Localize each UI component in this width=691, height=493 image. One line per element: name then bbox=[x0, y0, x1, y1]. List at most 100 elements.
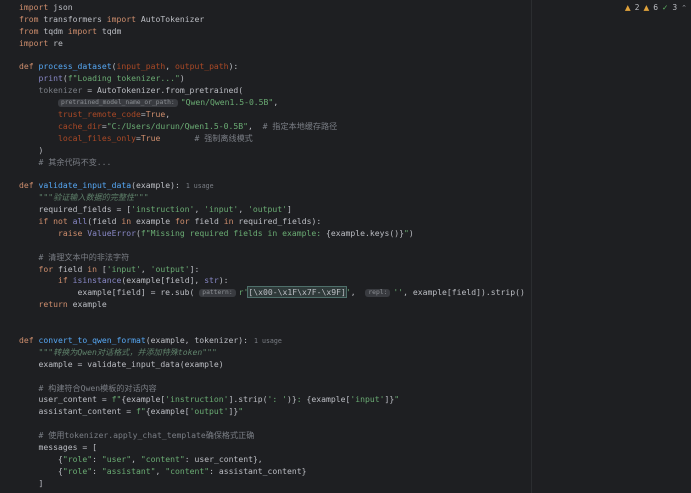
builtin: print bbox=[38, 73, 63, 84]
code-line[interactable] bbox=[19, 50, 525, 62]
function-name[interactable]: validate_input_data bbox=[39, 180, 132, 190]
code-line[interactable]: """转换为Qwen对话格式，并添加特殊token""" bbox=[19, 347, 525, 359]
code-line[interactable]: """验证输入数据的完整性""" bbox=[19, 192, 525, 204]
code-line[interactable]: from transformers import AutoTokenizer bbox=[19, 14, 525, 26]
code-line[interactable]: # 清理文本中的非法字符 bbox=[19, 252, 525, 264]
code-line[interactable]: {"role": "user", "content": user_content… bbox=[19, 454, 525, 466]
keyword: for bbox=[38, 263, 54, 274]
string: "user" bbox=[101, 453, 132, 464]
string: "assistant" bbox=[101, 465, 156, 476]
code-text: , bbox=[165, 109, 171, 120]
code-text: )} bbox=[287, 394, 297, 405]
code-line[interactable]: example[field] = re.sub( pattern: r'[\x00… bbox=[19, 286, 525, 299]
code-text: , bbox=[238, 204, 249, 215]
code-editor[interactable]: import json from transformers import Auto… bbox=[0, 0, 691, 493]
code-line[interactable]: # 使用tokenizer.apply_chat_template确保格式正确 bbox=[19, 430, 525, 442]
code-text: , bbox=[155, 465, 166, 476]
docstring: """验证输入数据的完整性""" bbox=[38, 192, 149, 203]
code-line[interactable]: print(f"Loading tokenizer...") bbox=[19, 73, 525, 85]
code-line[interactable]: assistant_content = f"{example['output']… bbox=[19, 406, 525, 418]
code-line[interactable]: def process_dataset(input_path, output_p… bbox=[19, 61, 525, 73]
string: 'instruction' bbox=[131, 204, 195, 215]
keyword: in bbox=[87, 263, 97, 274]
code-line[interactable]: required_fields = ['instruction', 'input… bbox=[19, 204, 525, 216]
code-line[interactable]: ] bbox=[19, 478, 525, 490]
code-line[interactable]: for field in ['input', 'output']: bbox=[19, 264, 525, 276]
param-hint: pretrained_model_name_or_path: bbox=[57, 99, 178, 108]
code-text: , bbox=[165, 61, 175, 72]
code-line[interactable]: from tqdm import tqdm bbox=[19, 26, 525, 38]
keyword: return bbox=[38, 299, 68, 310]
code-text: ].strip( bbox=[228, 394, 268, 405]
code-line[interactable]: import re bbox=[19, 38, 525, 50]
code-line[interactable]: messages = [ bbox=[19, 442, 525, 454]
keyword: def bbox=[19, 180, 39, 191]
code-line[interactable]: user_content = f"{example['instruction']… bbox=[19, 394, 525, 406]
comment: tokenizer bbox=[38, 85, 83, 96]
code-line[interactable]: def validate_input_data(example): 1 usage bbox=[19, 180, 525, 192]
code-line[interactable]: example = validate_input_data(example) bbox=[19, 359, 525, 371]
code-text: ] bbox=[287, 204, 292, 215]
code-line[interactable]: pretrained_model_name_or_path: "Qwen/Qwen… bbox=[19, 97, 525, 109]
right-margin-guide bbox=[531, 0, 532, 493]
code-line[interactable]: ) bbox=[19, 145, 525, 157]
code-text: example bbox=[131, 216, 175, 227]
string: ': ' bbox=[267, 394, 288, 405]
code-line[interactable] bbox=[19, 371, 525, 383]
keyword: import bbox=[106, 13, 136, 24]
code-text: = AutoTokenizer.from_pretrained( bbox=[82, 85, 244, 96]
code-line[interactable]: tokenizer = AutoTokenizer.from_pretraine… bbox=[19, 85, 525, 97]
code-line[interactable]: raise ValueError(f"Missing required fiel… bbox=[19, 228, 525, 240]
keyword: for bbox=[174, 216, 190, 227]
code-line[interactable]: {"role": "assistant", "content": assista… bbox=[19, 466, 525, 478]
chevron-up-icon[interactable]: ⌃ bbox=[681, 4, 687, 12]
usage-hint[interactable]: 1 usage bbox=[254, 337, 282, 345]
code-line[interactable] bbox=[19, 168, 525, 180]
keyword: def bbox=[19, 334, 39, 345]
string: " bbox=[394, 394, 400, 405]
warning-count: 2 bbox=[634, 3, 640, 12]
keyword: if not bbox=[38, 216, 73, 227]
code-line[interactable]: def convert_to_qwen_format(example, toke… bbox=[19, 335, 525, 347]
code-area[interactable]: import json from transformers import Auto… bbox=[19, 2, 525, 490]
code-line[interactable]: return example bbox=[19, 299, 525, 311]
builtin: ValueError bbox=[87, 227, 136, 238]
code-line[interactable]: cache_dir="C:/Users/durun/Qwen1.5-0.5B",… bbox=[19, 121, 525, 133]
code-line[interactable]: local_files_only=True # 强制离线模式 bbox=[19, 133, 525, 145]
code-line[interactable]: trust_remote_code=True, bbox=[19, 109, 525, 121]
usage-hint[interactable]: 1 usage bbox=[186, 182, 214, 190]
keyword: from bbox=[19, 25, 39, 36]
code-line[interactable]: if isinstance(example[field], str): bbox=[19, 275, 525, 287]
code-line[interactable]: # 构建符合Qwen模板的对话内容 bbox=[19, 383, 525, 395]
code-text: assistant_content = bbox=[19, 406, 136, 417]
code-line[interactable]: import json bbox=[19, 2, 525, 14]
function-name[interactable]: process_dataset bbox=[39, 61, 112, 71]
code-text: (field bbox=[87, 216, 122, 227]
inspection-widget[interactable]: ▲ 2 ▲ 6 ✓ 3 ⌃ bbox=[625, 3, 687, 12]
code-line[interactable] bbox=[19, 311, 525, 323]
parameter: trust_remote_code bbox=[57, 109, 141, 120]
code-text: messages = [ bbox=[19, 441, 97, 452]
function-name[interactable]: convert_to_qwen_format bbox=[39, 335, 146, 345]
comment: # 使用tokenizer.apply_chat_template确保格式正确 bbox=[38, 430, 255, 441]
builtin: isinstance bbox=[72, 275, 122, 286]
code-line[interactable]: # 其余代码不变... bbox=[19, 157, 525, 169]
code-text: : bbox=[92, 453, 102, 464]
ok-count: 3 bbox=[672, 3, 678, 12]
comment: # 指定本地缓存路径 bbox=[262, 120, 338, 131]
code-line[interactable] bbox=[19, 418, 525, 430]
code-line[interactable] bbox=[19, 323, 525, 335]
code-text: field bbox=[53, 263, 88, 274]
code-text: , bbox=[131, 453, 141, 464]
string: f"Missing required fields in example: bbox=[140, 227, 327, 238]
code-text: , example[field]).strip() bbox=[403, 287, 525, 298]
string: 'input' bbox=[350, 394, 385, 405]
code-line[interactable]: if not all(field in example for field in… bbox=[19, 216, 525, 228]
code-line[interactable] bbox=[19, 240, 525, 252]
